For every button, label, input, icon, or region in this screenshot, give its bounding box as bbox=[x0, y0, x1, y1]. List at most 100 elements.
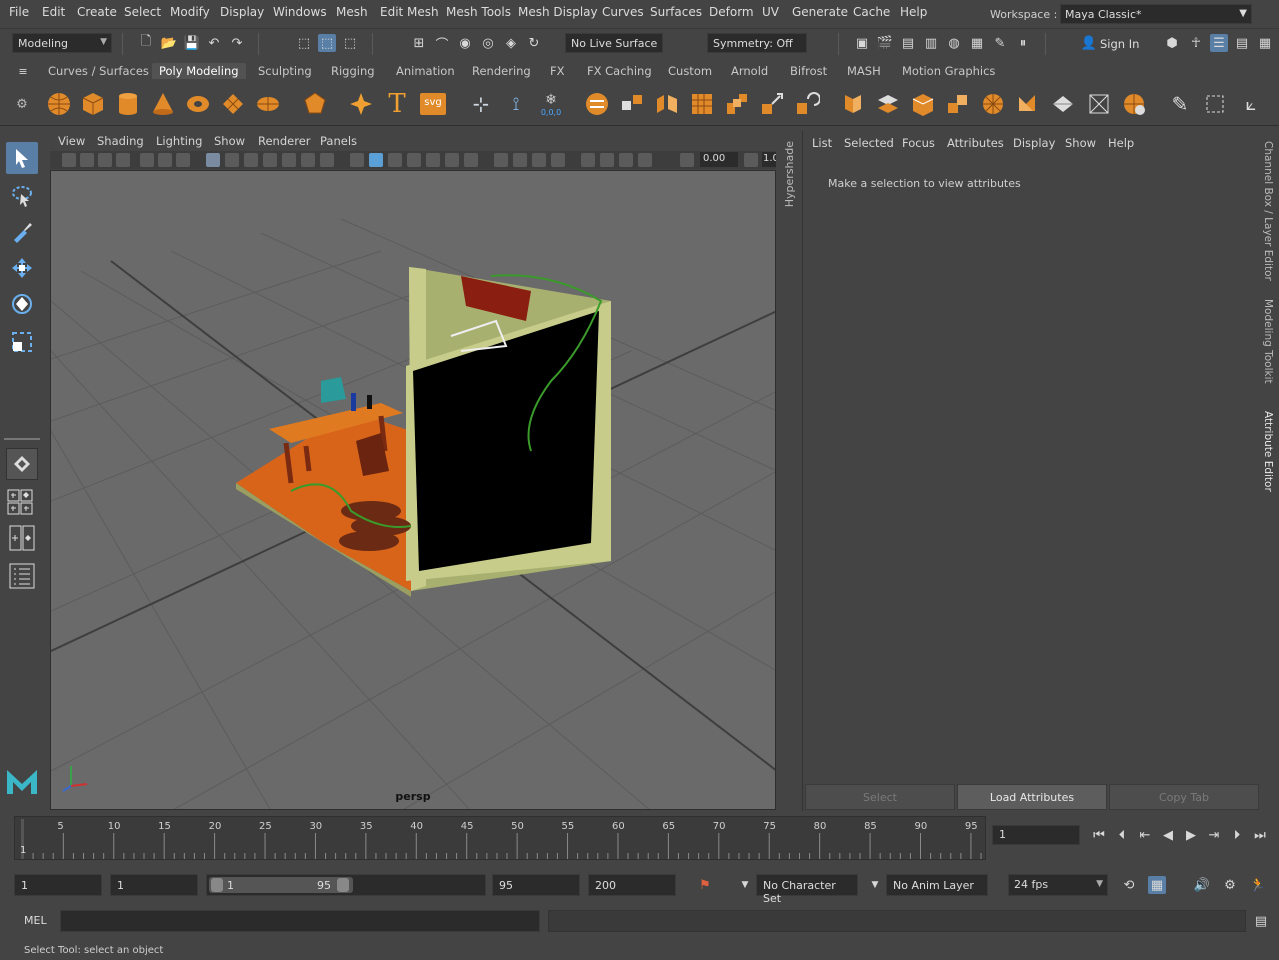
smooth-icon[interactable] bbox=[687, 89, 717, 119]
mel-input[interactable] bbox=[60, 910, 540, 932]
poly-cube-icon[interactable] bbox=[78, 89, 108, 119]
ipr-render-icon[interactable]: ▤ bbox=[899, 34, 917, 52]
play-backwards-icon[interactable]: ◀ bbox=[1159, 826, 1177, 844]
render-view-icon[interactable]: ▣ bbox=[853, 34, 871, 52]
pause-render-icon[interactable]: ⏸ bbox=[1014, 34, 1032, 52]
menu-generate[interactable]: Generate bbox=[792, 5, 848, 19]
tab-bifrost[interactable]: Bifrost bbox=[790, 64, 827, 78]
step-back-key-icon[interactable]: ⇤ bbox=[1136, 826, 1154, 844]
new-scene-icon[interactable]: 🗋 bbox=[137, 34, 155, 52]
viewport-menu-panels[interactable]: Panels bbox=[320, 134, 357, 148]
user-icon[interactable]: 👤 bbox=[1080, 34, 1098, 52]
outliner-layout-icon[interactable] bbox=[6, 560, 38, 592]
menu-select[interactable]: Select bbox=[124, 5, 161, 19]
grease-pencil-icon[interactable] bbox=[158, 153, 172, 167]
sign-in-link[interactable]: Sign In bbox=[1100, 37, 1139, 51]
tab-animation[interactable]: Animation bbox=[396, 64, 455, 78]
animation-preferences-icon[interactable]: ⚙ bbox=[1221, 876, 1239, 894]
menu-help[interactable]: Help bbox=[900, 5, 927, 19]
poly-cylinder-icon[interactable] bbox=[113, 89, 143, 119]
bridge-icon[interactable] bbox=[722, 89, 752, 119]
rotate-tool-icon[interactable] bbox=[6, 288, 38, 320]
symmetry-dropdown[interactable]: Symmetry: Off bbox=[707, 33, 807, 53]
ae-select-button[interactable]: Select bbox=[805, 784, 955, 810]
time-slider[interactable]: 5 10 15 20 25 30 35 40 45 50 55 60 65 70 75 80 85 90 95 1 bbox=[14, 816, 986, 860]
target-weld-icon[interactable] bbox=[1119, 89, 1149, 119]
modeling-toolkit-icon[interactable]: ⬢ bbox=[1163, 34, 1181, 52]
smooth-shade-icon[interactable] bbox=[369, 153, 383, 167]
grid-icon[interactable] bbox=[176, 153, 190, 167]
tab-motion-graphics[interactable]: Motion Graphics bbox=[902, 64, 995, 78]
undo-icon[interactable]: ↶ bbox=[205, 34, 223, 52]
lasso-tool-icon[interactable] bbox=[6, 180, 38, 212]
isolate-select-icon[interactable] bbox=[551, 153, 565, 167]
camera-select-icon[interactable] bbox=[62, 153, 76, 167]
fps-dropdown[interactable]: 24 fps ▼ bbox=[1008, 874, 1108, 896]
snap-rotate-icon[interactable]: ↻ bbox=[525, 34, 543, 52]
motion-blur-icon[interactable] bbox=[494, 153, 508, 167]
workspace-dropdown[interactable]: Maya Classic* ▼ bbox=[1060, 4, 1252, 24]
snap-view-plane-icon[interactable]: ◎ bbox=[479, 34, 497, 52]
menu-windows[interactable]: Windows bbox=[273, 5, 327, 19]
tab-sculpting[interactable]: Sculpting bbox=[258, 64, 312, 78]
tab-rendering[interactable]: Rendering bbox=[472, 64, 531, 78]
animation-end-field[interactable]: 200 bbox=[588, 874, 676, 896]
menu-file[interactable]: File bbox=[9, 5, 29, 19]
menu-display[interactable]: Display bbox=[220, 5, 264, 19]
poly-sphere-icon[interactable] bbox=[44, 89, 74, 119]
paint-select-tool-icon[interactable] bbox=[6, 216, 38, 248]
gate-mask-icon[interactable] bbox=[263, 153, 277, 167]
chevron-down-icon[interactable]: ▼ bbox=[736, 876, 754, 894]
tab-poly-modeling[interactable]: Poly Modeling bbox=[152, 63, 246, 79]
tool-settings-icon[interactable]: ▤ bbox=[1233, 34, 1251, 52]
textured-icon[interactable] bbox=[407, 153, 421, 167]
poly-cone-icon[interactable] bbox=[148, 89, 178, 119]
depth-of-field-icon[interactable] bbox=[532, 153, 546, 167]
viewport-menu-shading[interactable]: Shading bbox=[97, 134, 144, 148]
ae-copy-tab-button[interactable]: Copy Tab bbox=[1109, 784, 1259, 810]
shadows-icon[interactable] bbox=[445, 153, 459, 167]
chevron-down-icon[interactable]: ▼ bbox=[866, 876, 884, 894]
two-view-layout-icon[interactable] bbox=[6, 522, 38, 554]
paint-effects-icon[interactable]: ✎ bbox=[1165, 89, 1195, 119]
uv-editor-icon[interactable] bbox=[1200, 89, 1230, 119]
playback-start-field[interactable]: 1 bbox=[110, 874, 198, 896]
wedge-icon[interactable] bbox=[943, 89, 973, 119]
ae-menu-list[interactable]: List bbox=[812, 136, 832, 150]
playback-end-field[interactable]: 95 bbox=[492, 874, 580, 896]
quadrangulate-icon[interactable] bbox=[1084, 89, 1114, 119]
save-scene-icon[interactable]: 💾 bbox=[183, 34, 201, 52]
character-icon[interactable]: 🏃 bbox=[1249, 876, 1267, 894]
bookmark-icon[interactable] bbox=[98, 153, 112, 167]
snap-grid-icon[interactable]: ⊞ bbox=[410, 34, 428, 52]
snap-surface-icon[interactable]: ◈ bbox=[502, 34, 520, 52]
step-forward-key-icon[interactable]: ⇥ bbox=[1205, 826, 1223, 844]
tab-channel-box[interactable]: Channel Box / Layer Editor bbox=[1262, 141, 1274, 281]
range-slider[interactable]: 1 95 bbox=[206, 874, 486, 896]
poly-super-shape-icon[interactable] bbox=[346, 89, 376, 119]
hypershade-icon[interactable]: ◍ bbox=[945, 34, 963, 52]
step-back-frame-icon[interactable]: ⏴ bbox=[1113, 826, 1131, 844]
render-settings-icon[interactable]: ▥ bbox=[922, 34, 940, 52]
attribute-editor-toggle-icon[interactable]: ☰ bbox=[1210, 34, 1228, 52]
camera-attributes-icon[interactable] bbox=[80, 153, 94, 167]
field-chart-icon[interactable] bbox=[282, 153, 296, 167]
scale-tool-icon[interactable] bbox=[6, 326, 38, 358]
safe-title-icon[interactable] bbox=[320, 153, 334, 167]
channel-box-icon[interactable]: ▦ bbox=[1256, 34, 1274, 52]
viewport-menu-view[interactable]: View bbox=[58, 134, 85, 148]
character-controls-icon[interactable]: ☥ bbox=[1187, 34, 1205, 52]
snap-curve-icon[interactable]: ⌒ bbox=[433, 34, 451, 53]
make-hole-icon[interactable] bbox=[908, 89, 938, 119]
gamma-icon[interactable] bbox=[744, 153, 758, 167]
ae-menu-attributes[interactable]: Attributes bbox=[947, 136, 1004, 150]
menu-modify[interactable]: Modify bbox=[170, 5, 210, 19]
combine-icon[interactable] bbox=[582, 89, 612, 119]
light-editor-icon[interactable]: ✎ bbox=[991, 34, 1009, 52]
extract-icon[interactable] bbox=[652, 89, 682, 119]
menu-mesh-tools[interactable]: Mesh Tools bbox=[446, 5, 511, 19]
snap-point-icon[interactable]: ◉ bbox=[456, 34, 474, 52]
four-view-layout-icon[interactable] bbox=[6, 486, 34, 518]
tab-mash[interactable]: MASH bbox=[847, 64, 881, 78]
poly-disc-icon[interactable] bbox=[253, 89, 283, 119]
